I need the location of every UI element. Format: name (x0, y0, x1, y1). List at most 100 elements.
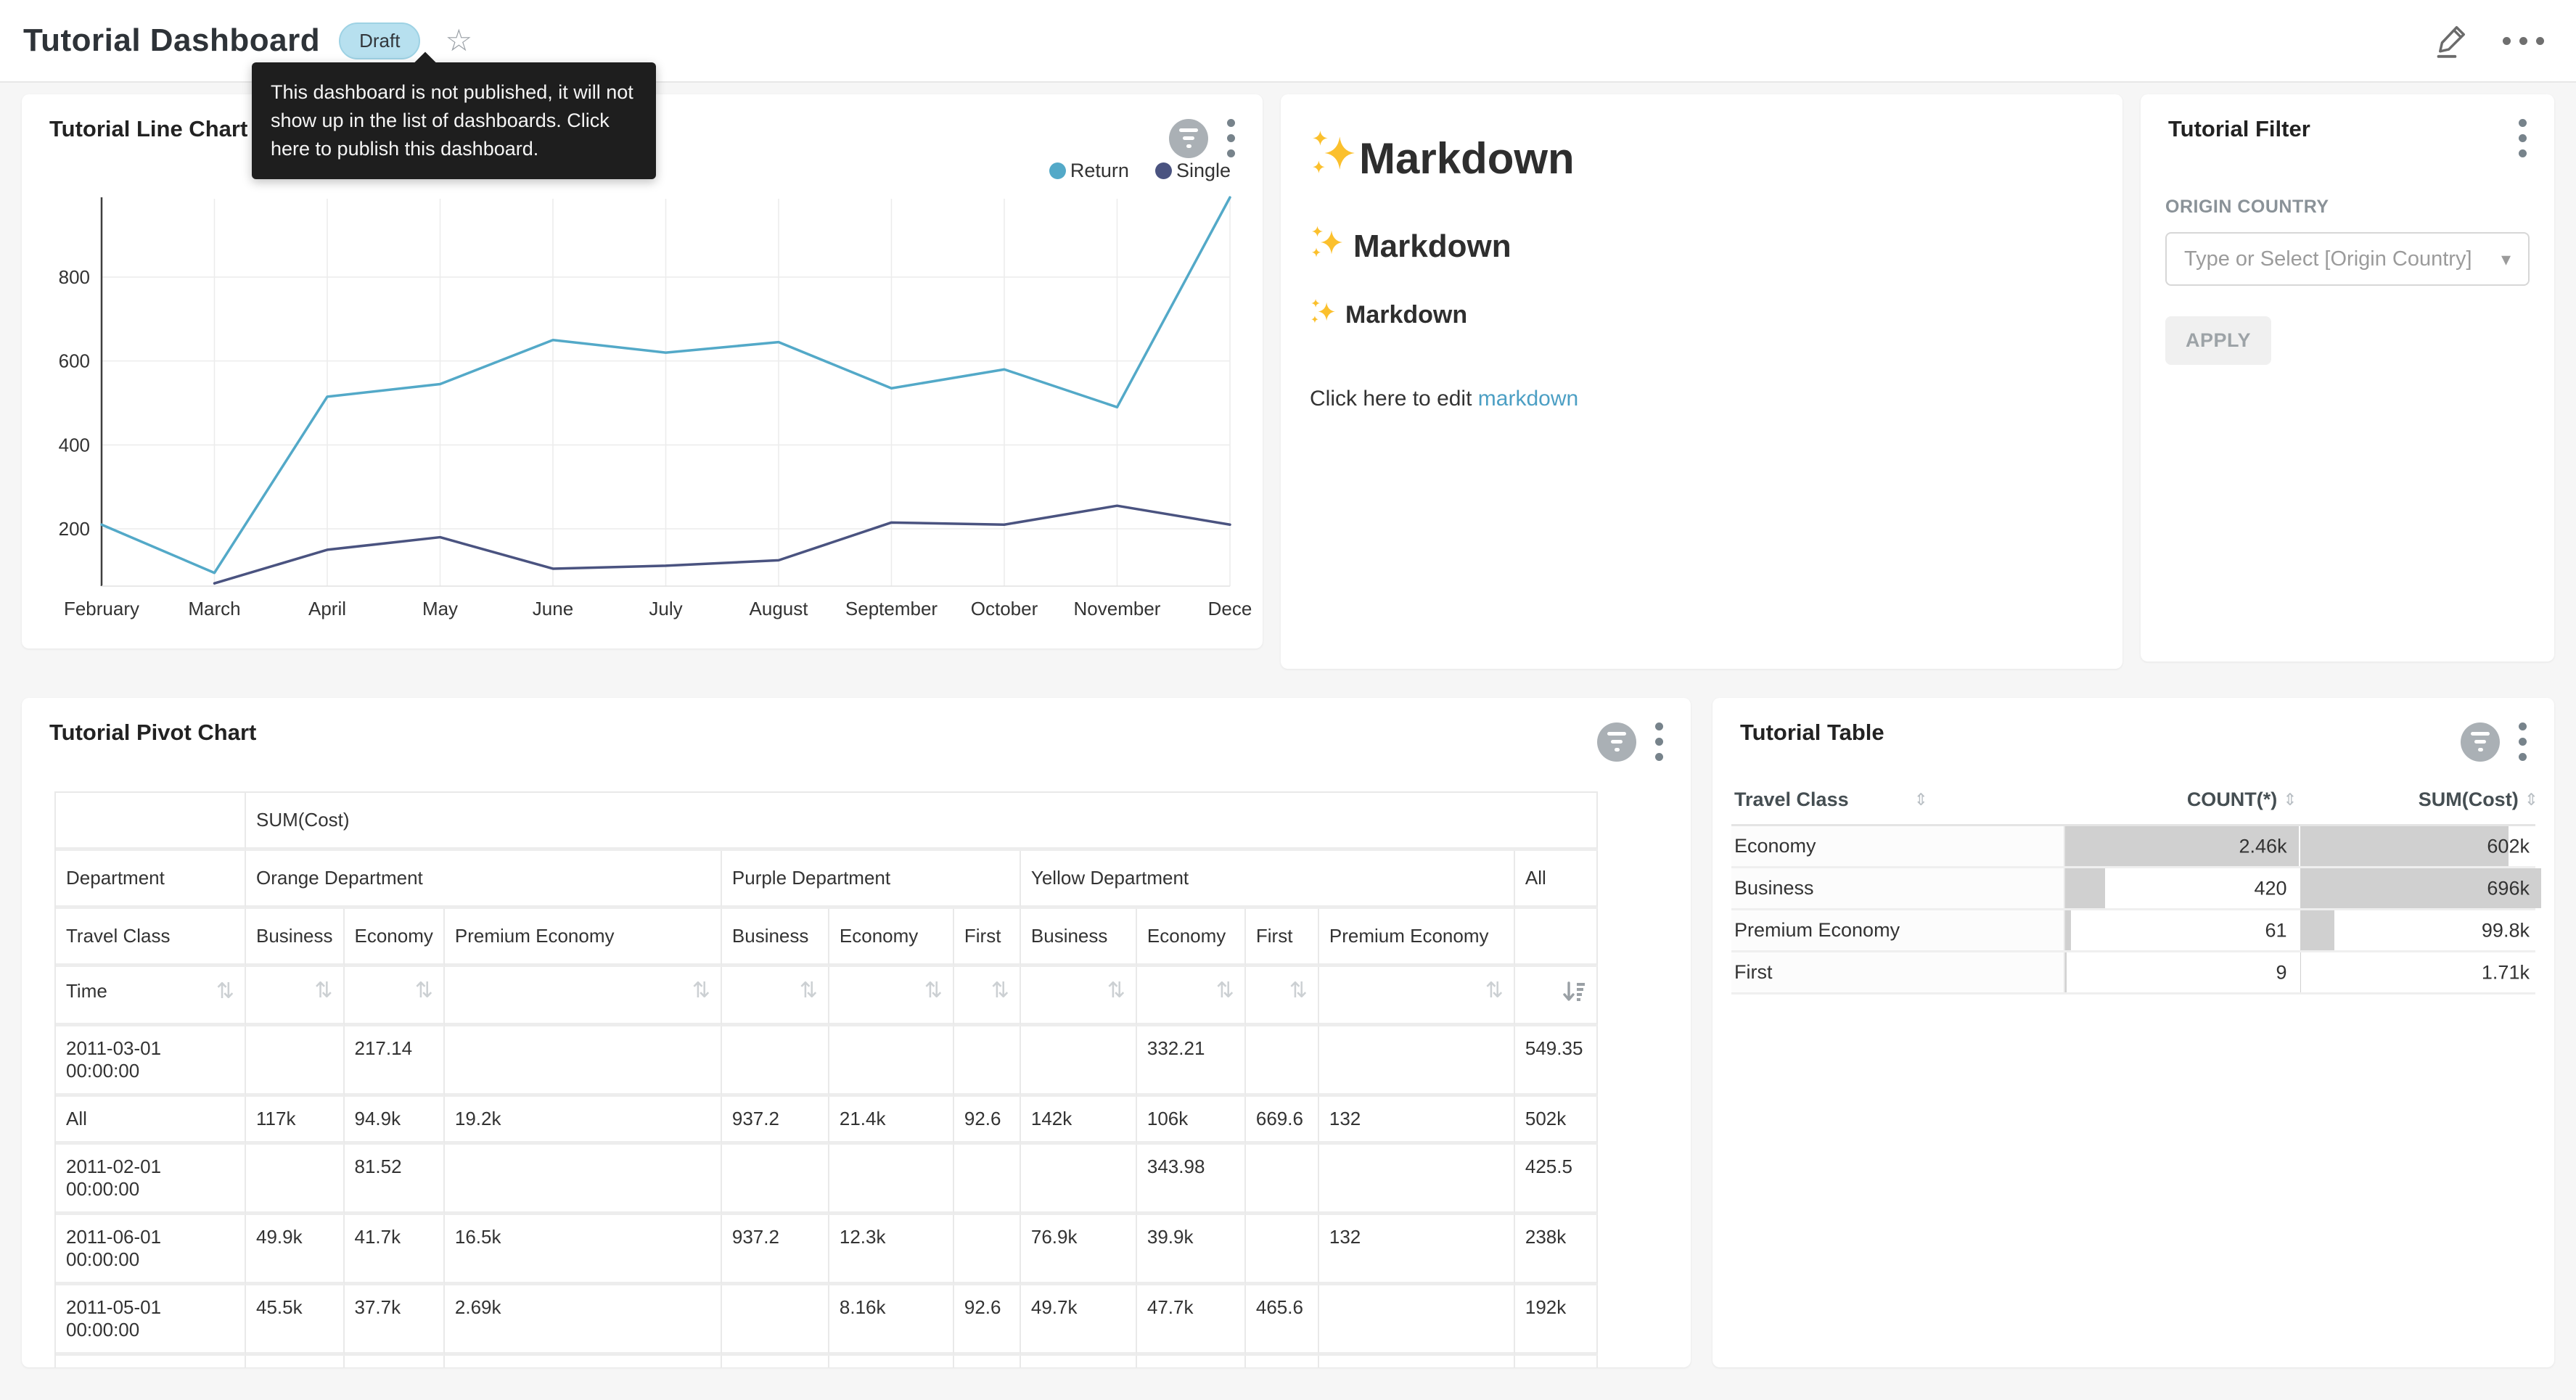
ellipsis-menu-icon[interactable] (2503, 37, 2544, 45)
pivot-value-cell: 343.98 (1137, 1145, 1246, 1215)
pivot-value-cell: 204 (1246, 1356, 1319, 1367)
x-tick-label: August (750, 598, 809, 619)
pivot-value-cell: 92.6 (954, 1285, 1021, 1356)
legend-label: Single (1176, 160, 1231, 182)
kebab-menu-icon[interactable] (1652, 720, 1666, 764)
filter-indicator-icon[interactable] (2461, 722, 2500, 762)
table-row[interactable]: Premium Economy6199.8k (1731, 910, 2535, 952)
status-badge[interactable]: Draft (339, 22, 420, 59)
pivot-group-header: Yellow Department (1021, 851, 1515, 909)
count-bar (2065, 868, 2105, 908)
sort-desc-icon[interactable] (1562, 980, 1586, 1010)
sort-icon[interactable]: ⇅ (415, 980, 433, 1002)
filter-indicator-icon[interactable] (1169, 119, 1208, 158)
column-header-sum-cost[interactable]: SUM(Cost)⇕ (2297, 788, 2538, 811)
sort-icon: ⇕ (2283, 790, 2297, 810)
pivot-table-grid: SUM(Cost)DepartmentOrange DepartmentPurp… (54, 791, 1598, 1367)
filter-indicator-icon[interactable] (1597, 722, 1636, 762)
count-bar (2065, 952, 2066, 992)
pivot-value-cell: 142k (1021, 1097, 1137, 1145)
sort-icon[interactable]: ⇅ (800, 980, 818, 1002)
pivot-row1-label: Department (56, 851, 246, 909)
pivot-data-row: All117k94.9k19.2k937.221.4k92.6142k106k6… (56, 1097, 1598, 1145)
edit-icon[interactable] (2433, 20, 2471, 62)
pivot-chart-title: Tutorial Pivot Chart (49, 720, 256, 746)
table-row[interactable]: First91.71k (1731, 952, 2535, 995)
sort-icon[interactable]: ⇅ (692, 980, 710, 1002)
legend-item-single[interactable]: Single (1155, 160, 1231, 182)
column-header-travel-class[interactable]: Travel Class⇕ (1731, 788, 2064, 811)
table-row[interactable]: Business420696k (1731, 868, 2535, 910)
pivot-value-cell (722, 1145, 829, 1215)
pivot-value-cell (445, 1145, 722, 1215)
sort-icon[interactable]: ⇅ (216, 981, 234, 1002)
sort-icon[interactable]: ⇅ (1216, 980, 1234, 1002)
star-icon[interactable]: ☆ (445, 25, 472, 56)
sort-icon[interactable]: ⇅ (1289, 980, 1308, 1002)
sum-cost-value: 1.71k (2482, 961, 2530, 984)
pivot-value-cell (722, 1356, 829, 1367)
sum-cost-cell: 602k (2300, 826, 2541, 866)
x-tick-label: September (845, 598, 938, 619)
sort-icon[interactable]: ⇅ (991, 980, 1009, 1002)
kebab-menu-icon[interactable] (1224, 116, 1238, 160)
x-tick-label: February (64, 598, 139, 619)
origin-country-select[interactable]: Type or Select [Origin Country] ▾ (2165, 232, 2530, 286)
pivot-value-cell (1246, 1215, 1319, 1285)
sum-cost-cell: 696k (2300, 868, 2541, 908)
pivot-row-label: 2011-03-01 00:00:00 (56, 1026, 246, 1097)
publish-tooltip-text: This dashboard is not published, it will… (271, 81, 633, 160)
count-cell: 2.46k (2065, 826, 2298, 866)
sort-icon[interactable]: ⇅ (924, 980, 943, 1002)
pivot-value-cell: 332.21 (1137, 1026, 1246, 1097)
sum-cost-cell: 99.8k (2300, 910, 2541, 950)
pivot-value-cell: 49.7k (1021, 1285, 1137, 1356)
count-cell: 420 (2065, 868, 2298, 908)
pivot-sort-cell: ⇅ (722, 967, 829, 1026)
sum-cost-bar (2300, 910, 2335, 950)
kebab-menu-icon[interactable] (2516, 116, 2530, 160)
pivot-value-cell: 132 (1319, 1097, 1515, 1145)
pivot-value-cell (1021, 1145, 1137, 1215)
legend-item-return[interactable]: Return (1049, 160, 1129, 182)
pivot-value-cell (1021, 1026, 1137, 1097)
pivot-subcol-header: Business (722, 909, 829, 967)
pivot-metric-header: SUM(Cost) (246, 793, 1598, 851)
sort-icon[interactable]: ⇅ (1485, 980, 1504, 1002)
pivot-sort-cell (1515, 967, 1598, 1026)
page-title: Tutorial Dashboard (23, 22, 320, 59)
pivot-value-cell (1246, 1145, 1319, 1215)
sum-cost-value: 696k (2487, 877, 2530, 899)
pivot-value-cell: 47.7k (1137, 1285, 1246, 1356)
sort-icon[interactable]: ⇅ (1107, 980, 1125, 1002)
pivot-sort-cell: ⇅ (246, 967, 345, 1026)
sort-icon[interactable]: ⇅ (314, 980, 332, 1002)
kebab-menu-icon[interactable] (2516, 720, 2530, 764)
column-header-count[interactable]: COUNT(*)⇕ (2064, 788, 2297, 811)
filter-card: Tutorial Filter ORIGIN COUNTRY Type or S… (2141, 94, 2554, 662)
pivot-sort-cell: ⇅ (1319, 967, 1515, 1026)
pivot-subcol-header: Premium Economy (445, 909, 722, 967)
pivot-row-label: 2011-02-01 00:00:00 (56, 1145, 246, 1215)
pivot-value-cell: 76.9k (1021, 1215, 1137, 1285)
apply-button[interactable]: APPLY (2165, 316, 2271, 365)
sort-icon: ⇕ (2524, 790, 2538, 810)
edit-markdown-link[interactable]: markdown (1478, 387, 1578, 411)
pivot-row-label: 2011-06-01 00:00:00 (56, 1215, 246, 1285)
pivot-subcol-header: First (954, 909, 1021, 967)
x-tick-label: June (533, 598, 573, 619)
pivot-value-cell: 2.69k (445, 1285, 722, 1356)
pivot-sort-cell: ⇅ (1137, 967, 1246, 1026)
pivot-value-cell: 19.2k (445, 1097, 722, 1145)
table-row[interactable]: Economy2.46k602k (1731, 826, 2535, 868)
pivot-sort-cell: ⇅ (954, 967, 1021, 1026)
pivot-row2-label: Travel Class (56, 909, 246, 967)
markdown-h2: Markdown (1310, 225, 2093, 268)
chart-legend: Return Single (1049, 160, 1231, 182)
publish-tooltip[interactable]: This dashboard is not published, it will… (252, 62, 656, 179)
pivot-sort-label-cell: Time⇅ (56, 967, 246, 1026)
pivot-value-cell: 17.3k (1137, 1356, 1246, 1367)
pivot-subcol-header: Economy (829, 909, 954, 967)
pivot-value-cell: 937.2 (722, 1215, 829, 1285)
pivot-subcol-header: Economy (1137, 909, 1246, 967)
